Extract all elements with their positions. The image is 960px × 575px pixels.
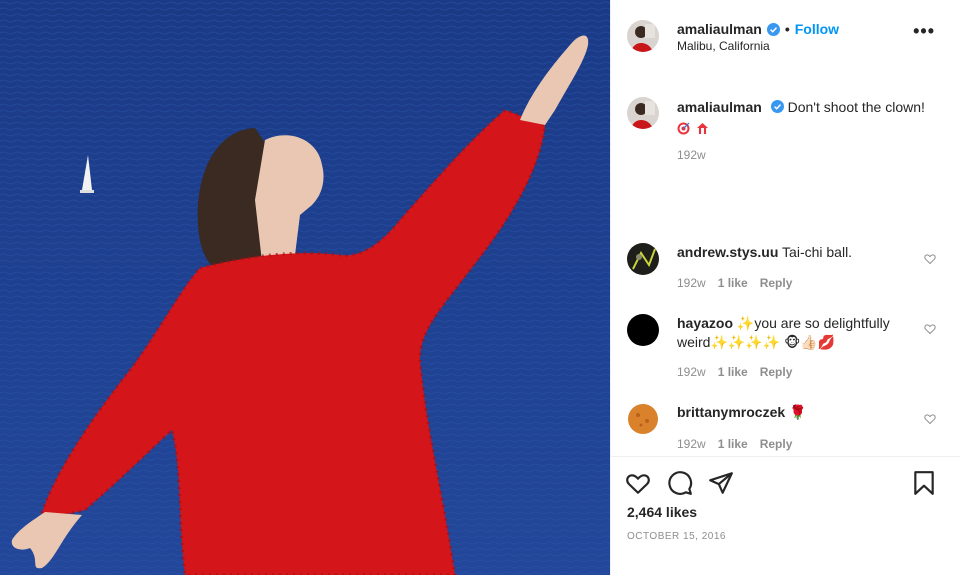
- caption-avatar-image: [627, 97, 659, 129]
- comment-bubble-icon[interactable]: [667, 470, 693, 496]
- commenter-avatar-image: [627, 243, 659, 275]
- comment-item: andrew.stys.uu Tai-chi ball.: [677, 243, 917, 262]
- reply-button[interactable]: Reply: [760, 365, 793, 379]
- post-date: OCTOBER 15, 2016: [627, 531, 726, 542]
- comment-username[interactable]: brittanymroczek: [677, 404, 785, 420]
- comment-like-heart-icon[interactable]: [924, 323, 936, 335]
- comment-like-heart-icon[interactable]: [924, 413, 936, 425]
- comment-likes[interactable]: 1 like: [718, 365, 748, 379]
- comment-username[interactable]: hayazoo: [677, 315, 733, 331]
- follow-button[interactable]: Follow: [795, 21, 839, 37]
- verified-badge-icon: [770, 100, 784, 113]
- post-details-panel: amaliaulman • Follow Malibu, California …: [610, 0, 960, 575]
- commenter-avatar-image: [627, 403, 659, 435]
- comment-emoji-text: 🐵👍🏻💋: [784, 334, 836, 350]
- paper-plane-icon[interactable]: [708, 470, 734, 496]
- separator-dot: •: [784, 21, 790, 37]
- heart-icon[interactable]: [625, 470, 651, 496]
- post-caption: amaliaulman Don't shoot the clown!: [677, 97, 947, 137]
- author-username[interactable]: amaliaulman: [677, 21, 762, 37]
- target-emoji-icon: [677, 122, 690, 135]
- caption-timestamp: 192w: [677, 148, 706, 162]
- caption-avatar[interactable]: [627, 97, 659, 129]
- commenter-avatar[interactable]: [627, 403, 659, 435]
- author-line: amaliaulman • Follow: [677, 21, 839, 37]
- caption-text: Don't shoot the clown!: [787, 99, 925, 115]
- comment-meta: 192w 1 like Reply: [677, 437, 792, 451]
- comment-timestamp: 192w: [677, 276, 706, 290]
- author-avatar[interactable]: [627, 20, 659, 52]
- comment-likes[interactable]: 1 like: [718, 437, 748, 451]
- comment-item: hayazoo ✨you are so delightfully weird✨✨…: [677, 314, 922, 352]
- post-location[interactable]: Malibu, California: [677, 39, 770, 53]
- more-options-icon[interactable]: •••: [913, 22, 935, 40]
- caption-username[interactable]: amaliaulman: [677, 99, 762, 115]
- reply-button[interactable]: Reply: [760, 276, 793, 290]
- circus-tent-emoji-icon: [697, 122, 708, 134]
- comment-text: 🌹: [789, 404, 807, 420]
- reply-button[interactable]: Reply: [760, 437, 793, 451]
- comment-meta: 192w 1 like Reply: [677, 365, 792, 379]
- commenter-avatar[interactable]: [627, 314, 659, 346]
- commenter-avatar-image: [627, 314, 659, 346]
- comment-meta: 192w 1 like Reply: [677, 276, 792, 290]
- comment-username[interactable]: andrew.stys.uu: [677, 244, 778, 260]
- comment-text: Tai-chi ball.: [782, 244, 853, 260]
- comment-item: brittanymroczek 🌹: [677, 403, 917, 422]
- post-actions-bar: 2,464 likes OCTOBER 15, 2016: [611, 456, 960, 575]
- caption-emojis: [677, 122, 709, 135]
- comment-likes[interactable]: 1 like: [718, 276, 748, 290]
- post-header: amaliaulman • Follow Malibu, California …: [611, 0, 960, 72]
- comment-timestamp: 192w: [677, 437, 706, 451]
- verified-badge-icon: [766, 22, 780, 36]
- post-photo[interactable]: [0, 0, 610, 575]
- likes-count[interactable]: 2,464 likes: [627, 504, 697, 520]
- bookmark-icon[interactable]: [911, 470, 937, 496]
- photo-illustration: [0, 0, 610, 575]
- author-avatar-image: [627, 20, 659, 52]
- comment-timestamp: 192w: [677, 365, 706, 379]
- commenter-avatar[interactable]: [627, 243, 659, 275]
- comment-like-heart-icon[interactable]: [924, 253, 936, 265]
